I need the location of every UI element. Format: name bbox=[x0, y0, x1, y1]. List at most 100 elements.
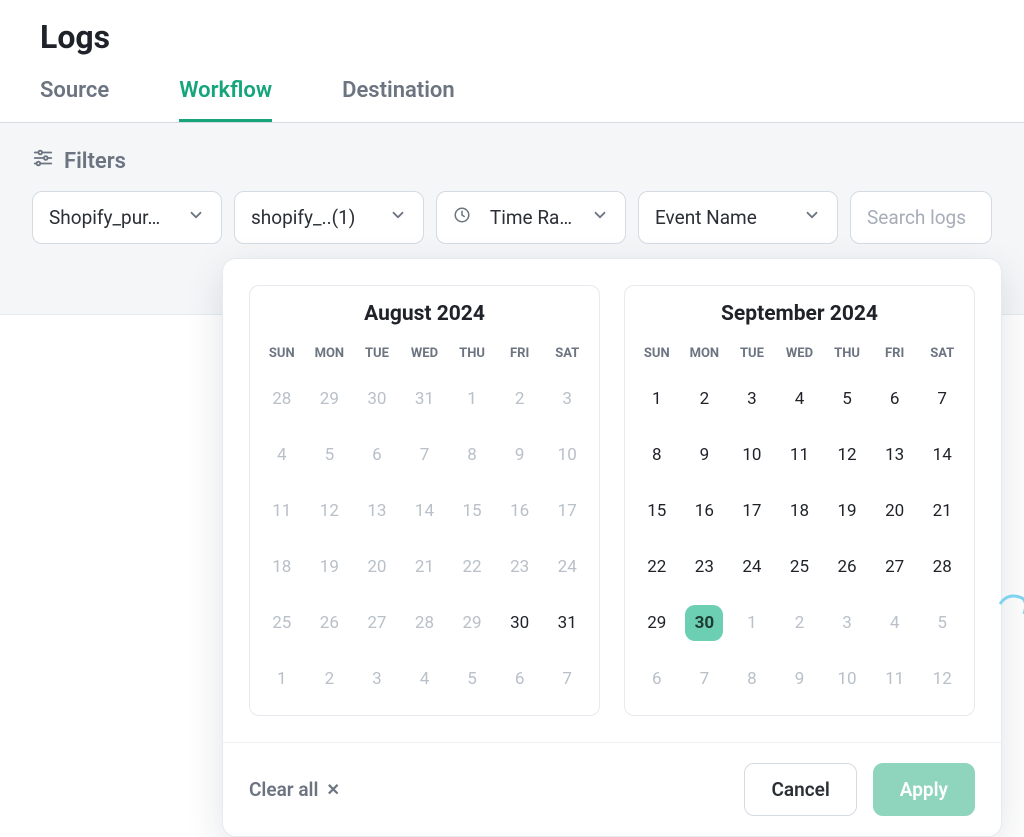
tab-destination[interactable]: Destination bbox=[342, 68, 455, 122]
calendar-day[interactable]: 10 bbox=[543, 427, 591, 483]
calendar-day[interactable]: 20 bbox=[353, 539, 401, 595]
calendar-day[interactable]: 25 bbox=[776, 539, 824, 595]
calendar-day[interactable]: 19 bbox=[306, 539, 354, 595]
calendar-day[interactable]: 1 bbox=[728, 595, 776, 651]
calendar-day[interactable]: 16 bbox=[496, 483, 544, 539]
filter-label: Shopify_pur… bbox=[49, 206, 160, 229]
calendar-day[interactable]: 19 bbox=[823, 483, 871, 539]
calendar-day[interactable]: 13 bbox=[871, 427, 919, 483]
calendar-day[interactable]: 5 bbox=[306, 427, 354, 483]
filter-dropdown[interactable]: Shopify_pur… bbox=[32, 191, 222, 244]
calendar-day[interactable]: 10 bbox=[823, 651, 871, 707]
calendar-day[interactable]: 3 bbox=[823, 595, 871, 651]
calendar-day[interactable]: 17 bbox=[728, 483, 776, 539]
calendar-day[interactable]: 23 bbox=[496, 539, 544, 595]
calendar-day[interactable]: 18 bbox=[258, 539, 306, 595]
calendar-day[interactable]: 4 bbox=[776, 371, 824, 427]
calendar-day[interactable]: 6 bbox=[633, 651, 681, 707]
calendar-day[interactable]: 11 bbox=[776, 427, 824, 483]
calendar-day[interactable]: 3 bbox=[353, 651, 401, 707]
calendar-dow: MON bbox=[306, 340, 354, 371]
calendar-month: August 2024SUNMONTUEWEDTHUFRISAT28293031… bbox=[249, 285, 600, 716]
calendar-day[interactable]: 6 bbox=[496, 651, 544, 707]
calendar-day[interactable]: 25 bbox=[258, 595, 306, 651]
calendar-day[interactable]: 23 bbox=[681, 539, 729, 595]
calendar-day[interactable]: 21 bbox=[918, 483, 966, 539]
calendar-day[interactable]: 5 bbox=[448, 651, 496, 707]
calendar-day[interactable]: 8 bbox=[633, 427, 681, 483]
calendar-day[interactable]: 3 bbox=[728, 371, 776, 427]
calendar-day[interactable]: 16 bbox=[681, 483, 729, 539]
calendar-day[interactable]: 7 bbox=[918, 371, 966, 427]
calendar-day[interactable]: 2 bbox=[306, 651, 354, 707]
calendar-day[interactable]: 28 bbox=[918, 539, 966, 595]
calendar-day[interactable]: 21 bbox=[401, 539, 449, 595]
filter-dropdown[interactable]: Event Name bbox=[638, 191, 838, 244]
calendar-day[interactable]: 6 bbox=[871, 371, 919, 427]
apply-button[interactable]: Apply bbox=[873, 763, 975, 816]
calendar-day[interactable]: 30 bbox=[681, 595, 729, 651]
calendar-day[interactable]: 10 bbox=[728, 427, 776, 483]
calendar-day[interactable]: 4 bbox=[871, 595, 919, 651]
calendar-day[interactable]: 28 bbox=[401, 595, 449, 651]
calendar-day[interactable]: 13 bbox=[353, 483, 401, 539]
calendar-day[interactable]: 29 bbox=[633, 595, 681, 651]
calendar-day[interactable]: 28 bbox=[258, 371, 306, 427]
calendar-day[interactable]: 30 bbox=[496, 595, 544, 651]
chevron-down-icon bbox=[803, 206, 821, 229]
calendar-day[interactable]: 29 bbox=[448, 595, 496, 651]
calendar-day[interactable]: 1 bbox=[633, 371, 681, 427]
clear-all-button[interactable]: Clear all ✕ bbox=[249, 778, 340, 801]
calendar-day[interactable]: 3 bbox=[543, 371, 591, 427]
calendar-day[interactable]: 14 bbox=[401, 483, 449, 539]
calendar-day[interactable]: 1 bbox=[448, 371, 496, 427]
calendar-day[interactable]: 1 bbox=[258, 651, 306, 707]
calendar-day[interactable]: 15 bbox=[633, 483, 681, 539]
calendar-day[interactable]: 2 bbox=[496, 371, 544, 427]
calendar-day[interactable]: 4 bbox=[258, 427, 306, 483]
calendar-day[interactable]: 31 bbox=[401, 371, 449, 427]
calendar-day[interactable]: 11 bbox=[258, 483, 306, 539]
calendar-day[interactable]: 24 bbox=[728, 539, 776, 595]
filter-dropdown[interactable]: Time Ra… bbox=[436, 191, 626, 244]
calendar-day[interactable]: 6 bbox=[353, 427, 401, 483]
calendar-day[interactable]: 27 bbox=[871, 539, 919, 595]
calendar-day[interactable]: 8 bbox=[448, 427, 496, 483]
calendar-day[interactable]: 20 bbox=[871, 483, 919, 539]
calendar-day[interactable]: 4 bbox=[401, 651, 449, 707]
calendar-day[interactable]: 9 bbox=[776, 651, 824, 707]
calendar-day[interactable]: 7 bbox=[681, 651, 729, 707]
calendar-day[interactable]: 9 bbox=[681, 427, 729, 483]
calendar-day[interactable]: 31 bbox=[543, 595, 591, 651]
calendar-day[interactable]: 2 bbox=[776, 595, 824, 651]
calendar-day[interactable]: 22 bbox=[448, 539, 496, 595]
search-input[interactable]: Search logs bbox=[850, 191, 992, 244]
calendar-day[interactable]: 5 bbox=[918, 595, 966, 651]
tab-workflow[interactable]: Workflow bbox=[179, 68, 272, 122]
calendar-day[interactable]: 22 bbox=[633, 539, 681, 595]
calendar-day[interactable]: 12 bbox=[823, 427, 871, 483]
calendar-day[interactable]: 7 bbox=[543, 651, 591, 707]
calendar-day[interactable]: 12 bbox=[306, 483, 354, 539]
calendar-day[interactable]: 26 bbox=[306, 595, 354, 651]
calendar-day[interactable]: 29 bbox=[306, 371, 354, 427]
calendar-day[interactable]: 26 bbox=[823, 539, 871, 595]
calendar-day[interactable]: 5 bbox=[823, 371, 871, 427]
cancel-button[interactable]: Cancel bbox=[744, 763, 856, 816]
filter-dropdown[interactable]: shopify_..(1) bbox=[234, 191, 424, 244]
calendar-day[interactable]: 2 bbox=[681, 371, 729, 427]
calendar-day[interactable]: 7 bbox=[401, 427, 449, 483]
tab-source[interactable]: Source bbox=[40, 68, 109, 122]
calendar-dow: FRI bbox=[496, 340, 544, 371]
calendar-day[interactable]: 17 bbox=[543, 483, 591, 539]
calendar-day[interactable]: 30 bbox=[353, 371, 401, 427]
calendar-day[interactable]: 18 bbox=[776, 483, 824, 539]
calendar-day[interactable]: 12 bbox=[918, 651, 966, 707]
calendar-day[interactable]: 24 bbox=[543, 539, 591, 595]
calendar-day[interactable]: 11 bbox=[871, 651, 919, 707]
calendar-day[interactable]: 27 bbox=[353, 595, 401, 651]
calendar-day[interactable]: 14 bbox=[918, 427, 966, 483]
calendar-day[interactable]: 9 bbox=[496, 427, 544, 483]
calendar-day[interactable]: 8 bbox=[728, 651, 776, 707]
calendar-day[interactable]: 15 bbox=[448, 483, 496, 539]
